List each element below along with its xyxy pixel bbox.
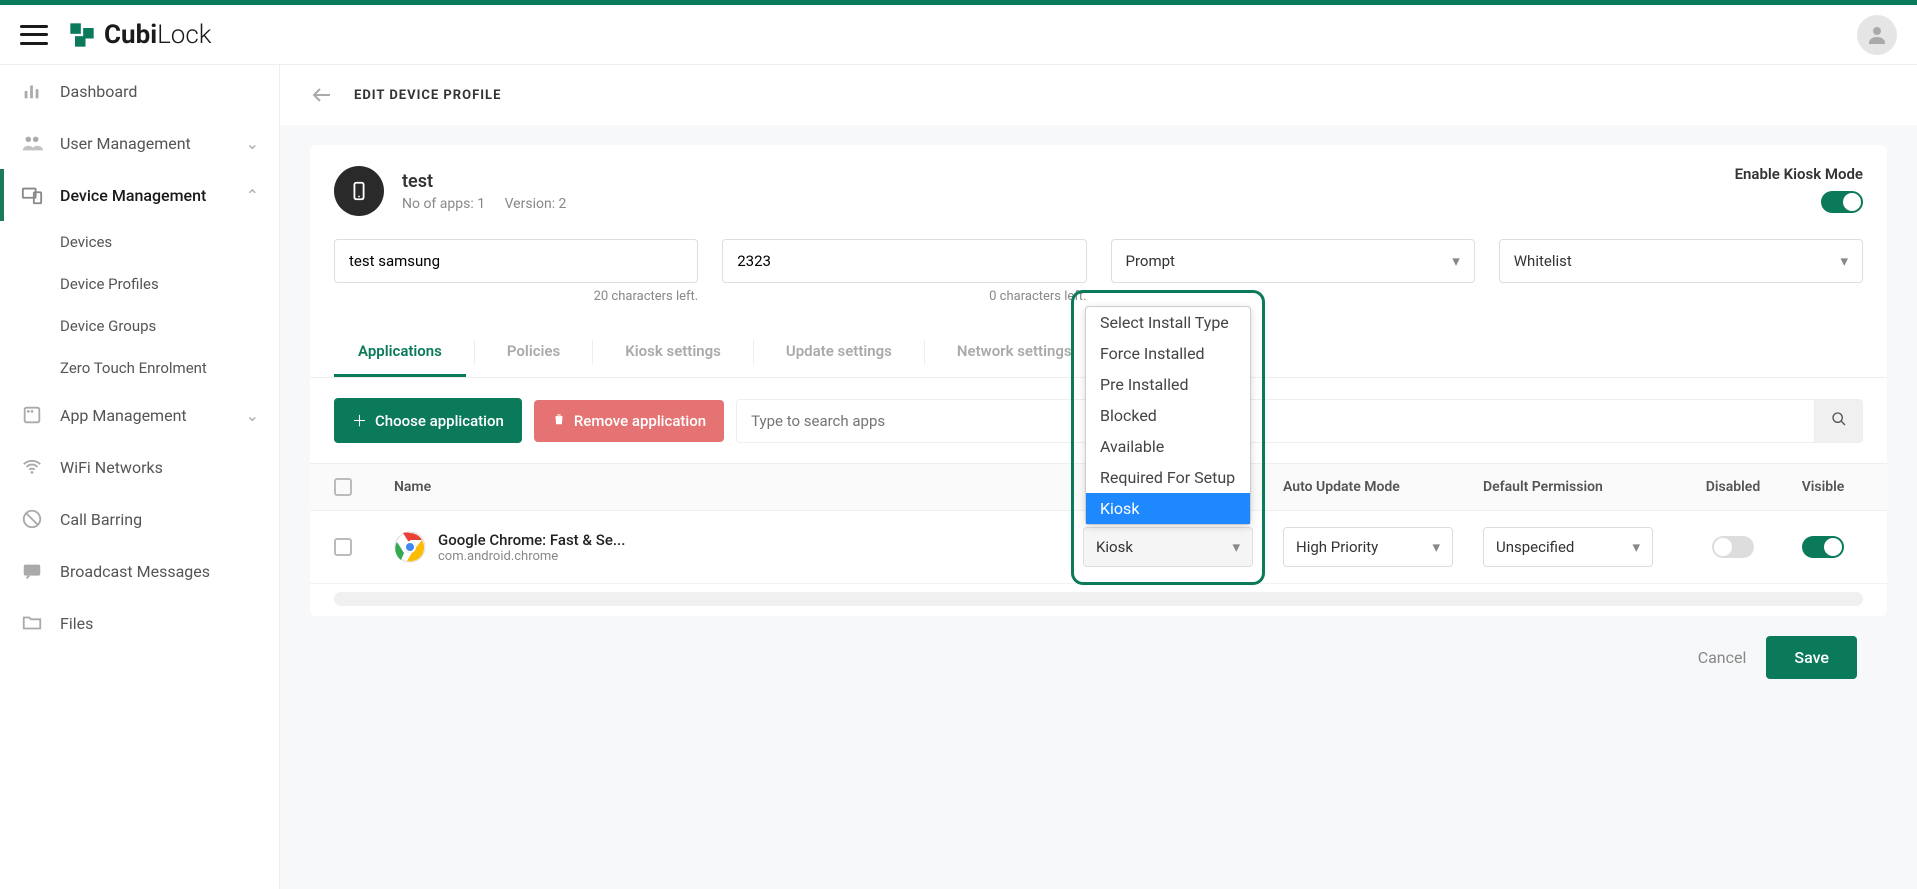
search-apps-input[interactable] <box>736 399 1815 443</box>
sidebar-item-dashboard[interactable]: Dashboard <box>0 65 279 117</box>
chars-left-1: 20 characters left. <box>334 289 698 304</box>
page-title: EDIT DEVICE PROFILE <box>354 88 501 103</box>
th-default-perm: Default Permission <box>1483 478 1683 496</box>
users-icon <box>20 131 44 155</box>
tab-policies[interactable]: Policies <box>483 328 584 377</box>
search-icon <box>1831 411 1847 431</box>
visible-toggle[interactable] <box>1802 536 1844 558</box>
dropdown-option[interactable]: Select Install Type <box>1086 307 1250 338</box>
plus-icon: ＋ <box>352 410 367 431</box>
profile-code-input[interactable] <box>722 239 1086 283</box>
version-label: Version: 2 <box>505 196 567 212</box>
app-package: com.android.chrome <box>438 549 625 564</box>
disabled-toggle[interactable] <box>1712 536 1754 558</box>
sidebar-label: Dashboard <box>60 82 137 101</box>
whitelist-select[interactable]: Whitelist ▾ <box>1499 239 1863 283</box>
block-icon <box>20 507 44 531</box>
caret-down-icon: ▾ <box>1632 538 1640 556</box>
sidebar-label: WiFi Networks <box>60 458 163 477</box>
dropdown-option[interactable]: Available <box>1086 431 1250 462</box>
dropdown-option[interactable]: Required For Setup <box>1086 462 1250 493</box>
dropdown-option[interactable]: Force Installed <box>1086 338 1250 369</box>
profile-device-icon <box>334 166 384 216</box>
chevron-down-icon: ⌄ <box>246 406 259 425</box>
header: CubiLock <box>0 5 1917 65</box>
th-visible: Visible <box>1783 478 1863 496</box>
wifi-icon <box>20 455 44 479</box>
tab-network-settings[interactable]: Network settings <box>933 328 1096 377</box>
chars-left-2: 0 characters left. <box>722 289 1086 304</box>
save-button[interactable]: Save <box>1766 636 1857 679</box>
profile-name-input[interactable] <box>334 239 698 283</box>
caret-down-icon: ▾ <box>1432 538 1440 556</box>
default-permission-select[interactable]: Unspecified ▾ <box>1483 527 1653 567</box>
sidebar-item-files[interactable]: Files <box>0 597 279 649</box>
chevron-down-icon: ⌄ <box>246 134 259 153</box>
sidebar-label: App Management <box>60 406 187 425</box>
bar-chart-icon <box>20 79 44 103</box>
brand-logo[interactable]: CubiLock <box>68 20 212 50</box>
main-content: EDIT DEVICE PROFILE test No of apps: 1 V… <box>280 65 1917 889</box>
sidebar-label: Files <box>60 614 93 633</box>
user-avatar[interactable] <box>1857 15 1897 55</box>
kiosk-mode-toggle[interactable] <box>1821 191 1863 213</box>
chevron-up-icon: ⌃ <box>246 186 259 205</box>
app-icon <box>20 403 44 427</box>
sidebar-item-call-barring[interactable]: Call Barring <box>0 493 279 545</box>
caret-down-icon: ▾ <box>1232 538 1240 556</box>
sidebar-item-wifi[interactable]: WiFi Networks <box>0 441 279 493</box>
auto-update-select[interactable]: High Priority ▾ <box>1283 527 1453 567</box>
th-disabled: Disabled <box>1683 478 1783 496</box>
tab-kiosk-settings[interactable]: Kiosk settings <box>601 328 745 377</box>
brand-text-thin: Lock <box>157 20 211 50</box>
dropdown-option[interactable]: Pre Installed <box>1086 369 1250 400</box>
select-all-checkbox[interactable] <box>334 478 352 496</box>
sidebar-item-device-management[interactable]: Device Management ⌃ <box>0 169 279 221</box>
sidebar-label: User Management <box>60 134 191 153</box>
install-type-dropdown[interactable]: Select Install Type Force Installed Pre … <box>1085 306 1251 525</box>
menu-toggle-button[interactable] <box>20 25 48 45</box>
sidebar-label: Broadcast Messages <box>60 562 210 581</box>
sidebar-item-user-management[interactable]: User Management ⌄ <box>0 117 279 169</box>
trash-icon <box>552 412 566 430</box>
profile-name: test <box>402 171 1717 192</box>
prompt-select[interactable]: Prompt ▾ <box>1111 239 1475 283</box>
sidebar: Dashboard User Management ⌄ Device Manag… <box>0 65 280 889</box>
caret-down-icon: ▾ <box>1452 252 1460 270</box>
sidebar-label: Call Barring <box>60 510 142 529</box>
th-name: Name <box>394 478 1083 496</box>
brand-text-bold: Cubi <box>104 20 157 50</box>
chrome-app-icon <box>394 531 426 563</box>
search-button[interactable] <box>1815 399 1863 443</box>
row-checkbox[interactable] <box>334 538 352 556</box>
choose-application-button[interactable]: ＋ Choose application <box>334 398 522 443</box>
folder-icon <box>20 611 44 635</box>
sidebar-item-broadcast[interactable]: Broadcast Messages <box>0 545 279 597</box>
devices-icon <box>20 183 44 207</box>
sidebar-sub-device-groups[interactable]: Device Groups <box>60 305 279 347</box>
apps-count: No of apps: 1 <box>402 196 485 212</box>
caret-down-icon: ▾ <box>1840 252 1848 270</box>
cancel-button[interactable]: Cancel <box>1698 648 1747 667</box>
app-name: Google Chrome: Fast & Se... <box>438 531 625 549</box>
message-icon <box>20 559 44 583</box>
sidebar-label: Device Management <box>60 186 206 205</box>
th-auto-update: Auto Update Mode <box>1283 478 1483 496</box>
horizontal-scrollbar[interactable] <box>334 592 1863 606</box>
sidebar-sub-zero-touch[interactable]: Zero Touch Enrolment <box>60 347 279 389</box>
sidebar-sub-device-profiles[interactable]: Device Profiles <box>60 263 279 305</box>
logo-icon <box>68 21 96 49</box>
dropdown-option[interactable]: Blocked <box>1086 400 1250 431</box>
tab-applications[interactable]: Applications <box>334 328 466 377</box>
sidebar-item-app-management[interactable]: App Management ⌄ <box>0 389 279 441</box>
sidebar-sub-devices[interactable]: Devices <box>60 221 279 263</box>
back-arrow-button[interactable] <box>310 83 334 107</box>
dropdown-option-selected[interactable]: Kiosk <box>1086 493 1250 524</box>
remove-application-button[interactable]: Remove application <box>534 400 724 442</box>
tab-update-settings[interactable]: Update settings <box>762 328 916 377</box>
install-type-select[interactable]: Kiosk ▾ <box>1083 527 1253 567</box>
kiosk-mode-label: Enable Kiosk Mode <box>1735 165 1863 183</box>
